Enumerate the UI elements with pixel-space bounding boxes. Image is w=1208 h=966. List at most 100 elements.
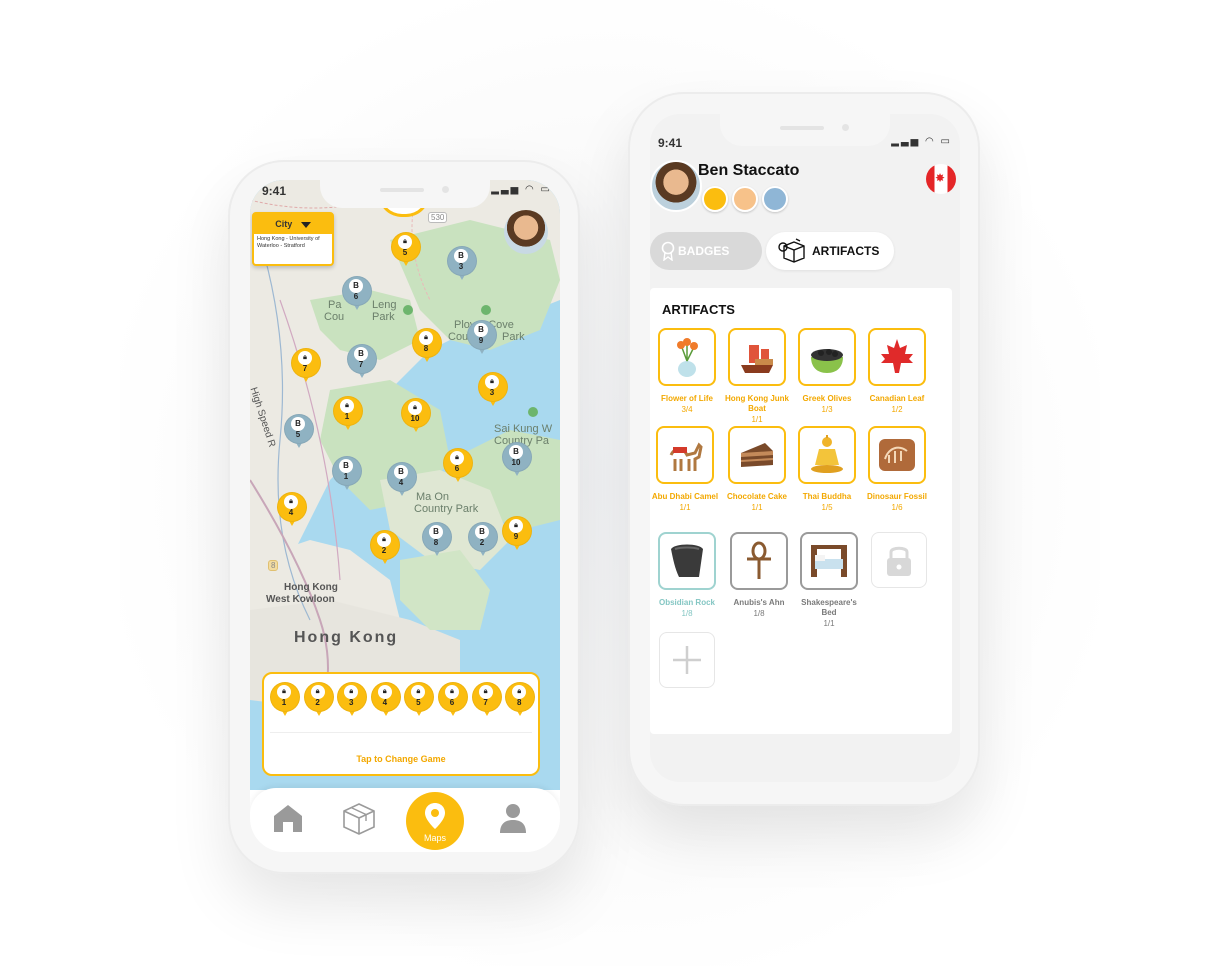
- home-icon[interactable]: [272, 802, 304, 834]
- phone-map: Pa Leng Cou Park Plover Cove Cou Park Sa…: [228, 160, 580, 874]
- artifact-item[interactable]: Obsidian Rock 1/8: [652, 532, 722, 618]
- game-pin-2[interactable]: 🔒︎ 2: [303, 682, 334, 726]
- pin-number: 5: [416, 698, 421, 707]
- artifact-item[interactable]: Flower of Life 3/4: [652, 328, 722, 414]
- map-pin-16[interactable]: 🔒︎ 4: [277, 492, 307, 536]
- city-selector[interactable]: City Hong Kong - University of Waterloo …: [252, 212, 334, 266]
- map-pin-17[interactable]: 🔒︎ 2: [370, 530, 400, 574]
- map-pin-2[interactable]: B3: [447, 246, 477, 290]
- battery-icon: ▭: [540, 184, 552, 195]
- map-pin-13[interactable]: B 10: [502, 442, 532, 486]
- artifact-item[interactable]: Dinosaur Fossil 1/6: [862, 426, 932, 512]
- artifact-tile[interactable]: [728, 426, 786, 484]
- map-pin-11[interactable]: B5: [284, 414, 314, 458]
- artifacts-panel: ARTIFACTS Flower of Life 3/4 Hong Kong Jun…: [650, 288, 952, 734]
- artifact-tile[interactable]: [798, 328, 856, 386]
- profile-name: Ben Staccato: [698, 162, 800, 179]
- map-pin-9[interactable]: 🔒︎ 1: [333, 396, 363, 440]
- artifact-tile[interactable]: [658, 328, 716, 386]
- lock-icon: 🔒︎: [419, 331, 433, 345]
- artifact-item[interactable]: Thai Buddha 1/5: [792, 426, 862, 512]
- map-pin-4[interactable]: B9: [467, 320, 497, 364]
- game-pin-3[interactable]: 🔒︎ 3: [337, 682, 368, 726]
- map-pin-18[interactable]: B8: [422, 522, 452, 566]
- badge-icon-2[interactable]: [732, 186, 758, 212]
- map-pin-6[interactable]: B7: [347, 344, 377, 388]
- cube-icon[interactable]: [342, 802, 376, 836]
- camera: [842, 124, 849, 131]
- map-pin-19[interactable]: B2: [468, 522, 498, 566]
- tab-maps[interactable]: Maps: [406, 792, 464, 850]
- user-icon[interactable]: [498, 802, 528, 834]
- artifact-tile[interactable]: [800, 532, 858, 590]
- avatar[interactable]: [504, 210, 548, 254]
- game-pin-1[interactable]: 🔒︎ 1: [270, 682, 300, 726]
- map-pin-8[interactable]: 🔒︎ 3: [478, 372, 508, 416]
- artifact-name: Flower of Life: [661, 394, 713, 403]
- locked-artifact-tile[interactable]: [871, 532, 927, 588]
- artifact-item[interactable]: Hong Kong Junk Boat 1/1: [722, 328, 792, 424]
- add-artifact-tile[interactable]: [659, 632, 715, 688]
- map-pin-14[interactable]: B1: [332, 456, 362, 500]
- artifact-tile[interactable]: [730, 532, 788, 590]
- tap-to-change-game[interactable]: Tap to Change Game: [264, 754, 538, 764]
- profile-avatar[interactable]: [650, 160, 702, 212]
- game-panel[interactable]: 🔒︎ 1 🔒︎ 2 🔒︎ 3 🔒︎ 4 🔒︎ 5 🔒︎ 6 🔒︎ 7 🔒︎ 8 Tap to Change G…: [262, 672, 540, 776]
- artifact-item[interactable]: Canadian Leaf 1/2: [862, 328, 932, 414]
- artifact-count: 1/6: [891, 503, 903, 512]
- artifact-tile[interactable]: [656, 426, 714, 484]
- artifact-name: Canadian Leaf: [869, 394, 925, 403]
- status-icons: ▂▃▅ ◠ ▭: [491, 184, 552, 195]
- artifact-item[interactable]: Chocolate Cake 1/1: [722, 426, 792, 512]
- artifact-count: 1/1: [751, 415, 763, 424]
- artifact-tile[interactable]: [868, 426, 926, 484]
- tab-artifacts[interactable]: ARTIFACTS: [766, 232, 894, 270]
- badge-icon-3[interactable]: [762, 186, 788, 212]
- flower-vase-icon: [677, 338, 698, 377]
- artifact-name: Hong Kong Junk Boat: [725, 394, 789, 413]
- map-pin-5[interactable]: 🔒︎ 8: [412, 328, 442, 372]
- map-pin-12[interactable]: 🔒︎ 6: [443, 448, 473, 492]
- cake-icon: [740, 443, 774, 467]
- notch: [320, 180, 490, 208]
- artifact-item[interactable]: Greek Olives 1/3: [792, 328, 862, 414]
- phone-profile: 9:41 ▂▃▅ ◠ ▭ Ben Staccato ✸ BADGES ARTIF…: [628, 92, 980, 806]
- lock-icon: 🔒︎: [478, 685, 493, 699]
- map-pin-15[interactable]: B4: [387, 462, 417, 506]
- map-pin-3[interactable]: B6: [342, 276, 372, 320]
- pin-number: 6: [449, 698, 455, 707]
- map-pin-1[interactable]: 🔒︎ 5: [391, 232, 421, 276]
- map-pin-20[interactable]: 🔒︎ 9: [502, 516, 532, 560]
- artifact-item[interactable]: Shakespeare's Bed 1/1: [794, 532, 864, 628]
- add-artifact[interactable]: [652, 632, 722, 688]
- locked-artifact[interactable]: [864, 532, 934, 588]
- pin-number: 6: [353, 292, 359, 301]
- map-pin-10[interactable]: 🔒︎ 10: [401, 398, 431, 442]
- game-pin-6[interactable]: 🔒︎ 6: [438, 682, 468, 726]
- plus-icon: [673, 646, 701, 674]
- artifact-item[interactable]: Anubis's Ahn 1/8: [724, 532, 794, 618]
- map-pin-7[interactable]: 🔒︎ 7: [291, 348, 321, 392]
- game-pin-5[interactable]: 🔒︎ 5: [404, 682, 435, 726]
- tab-badges[interactable]: BADGES: [650, 232, 762, 270]
- artifact-tile[interactable]: [728, 328, 786, 386]
- game-pin-8[interactable]: 🔒︎ 8: [505, 682, 536, 726]
- artifact-tile[interactable]: [658, 532, 716, 590]
- badge-icon-1[interactable]: [702, 186, 728, 212]
- road-badge-8: 8: [268, 560, 279, 571]
- city-dropdown[interactable]: City: [254, 214, 332, 234]
- game-pin-7[interactable]: 🔒︎ 7: [471, 682, 502, 726]
- divider: [270, 732, 532, 733]
- wifi-icon: ◠: [925, 136, 936, 147]
- game-pin-4[interactable]: 🔒︎ 4: [370, 682, 401, 726]
- badge-b-icon: B: [454, 249, 468, 263]
- road-badge: 530: [428, 212, 448, 223]
- pin-number: 8: [423, 344, 429, 353]
- artifact-item[interactable]: Abu Dhabi Camel 1/1: [650, 426, 720, 512]
- artifact-tile[interactable]: [868, 328, 926, 386]
- artifact-name: Greek Olives: [802, 394, 852, 403]
- canada-flag-icon[interactable]: ✸: [926, 164, 956, 194]
- map-view[interactable]: Pa Leng Cou Park Plover Cove Cou Park Sa…: [250, 180, 560, 790]
- artifact-tile[interactable]: [798, 426, 856, 484]
- pin-number: 5: [295, 430, 301, 439]
